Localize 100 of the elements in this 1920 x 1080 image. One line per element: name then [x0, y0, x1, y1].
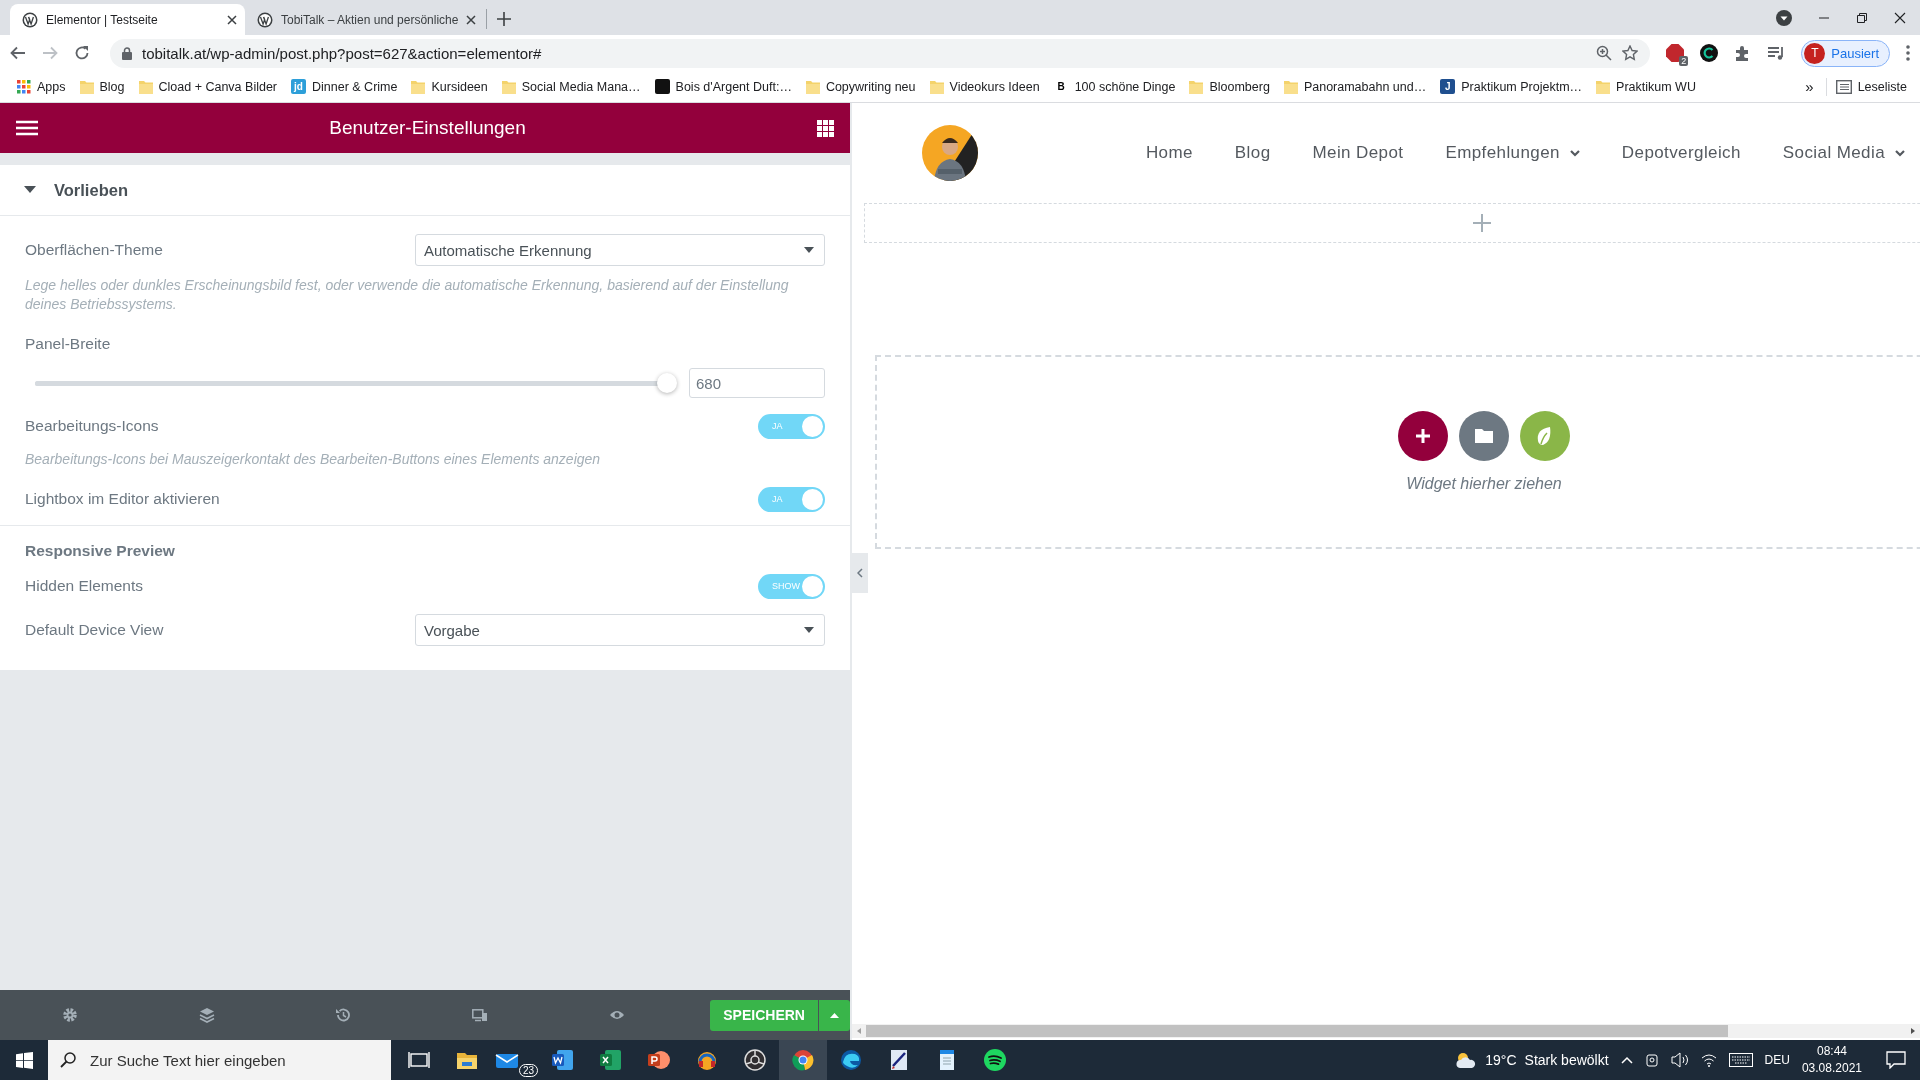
number-field[interactable]: 680: [689, 368, 825, 398]
history-icon[interactable]: [335, 1007, 352, 1023]
search-box[interactable]: Zur Suche Text hier eingeben: [48, 1040, 391, 1080]
save-options-button[interactable]: [818, 999, 850, 1031]
profile-menu-icon[interactable]: [1776, 9, 1792, 26]
bookmark[interactable]: Videokurs Ideen: [924, 75, 1045, 98]
aperture-icon[interactable]: [743, 1048, 767, 1072]
zoom-icon[interactable]: [1596, 45, 1613, 61]
caret-icon: [829, 1012, 839, 1018]
keyboard-icon[interactable]: [1728, 1053, 1753, 1067]
dropdown[interactable]: Vorgabe: [415, 614, 825, 646]
camera-icon[interactable]: [1644, 1052, 1659, 1068]
widgets-grid-icon[interactable]: [817, 119, 834, 137]
site-logo-icon: [257, 11, 273, 28]
wifi-icon[interactable]: [1700, 1053, 1717, 1067]
setting-description: Lege helles oder dunkles Erscheinungsbild fest, oder verwende die automatische Erkennung, basierend auf der Einstellung deines Betriebssystems.: [25, 276, 790, 314]
c-logo-icon[interactable]: [1700, 44, 1719, 62]
address-bar[interactable]: tobitalk.at/wp-admin/post.php?post=627&action=elementor#: [110, 38, 1651, 68]
folder-icon: [411, 78, 426, 95]
menu-icon[interactable]: [16, 120, 38, 136]
volume-icon[interactable]: [1670, 1052, 1689, 1068]
extension-badge: 2: [1679, 56, 1689, 66]
folder-icon: [1596, 78, 1611, 95]
nav-link[interactable]: Depotvergleich: [1621, 143, 1741, 163]
close-icon[interactable]: [1894, 11, 1906, 24]
caret-icon: [804, 627, 814, 633]
browser-tab[interactable]: TobiTalk – Aktien und persönliche: [245, 4, 485, 35]
more-menu-icon[interactable]: [1906, 45, 1910, 61]
devices-icon[interactable]: [471, 1007, 488, 1023]
restore-icon[interactable]: [1856, 11, 1868, 24]
section-header[interactable]: Vorlieben: [0, 165, 850, 216]
presentation-app-icon[interactable]: [647, 1048, 671, 1072]
setting-label: Panel-Breite: [25, 335, 112, 353]
bookmark[interactable]: Blog: [74, 75, 130, 98]
input-language[interactable]: DEU: [1764, 1053, 1790, 1067]
bookmark[interactable]: Kursideen: [406, 75, 493, 98]
document-app-icon[interactable]: [551, 1048, 575, 1072]
bookmark[interactable]: Social Media Mana…: [496, 75, 646, 98]
music-app-icon[interactable]: [983, 1048, 1007, 1072]
nav-link[interactable]: Empfehlungen: [1445, 143, 1580, 163]
setting-label: Hidden Elements: [25, 577, 145, 595]
close-icon[interactable]: [466, 14, 477, 25]
setting-description: Bearbeitungs-Icons bei Mauszeigerkontakt des Bearbeiten-Buttons eines Elements anzeigen: [25, 450, 602, 469]
bookmark[interactable]: jd Dinner & Crime: [286, 76, 403, 97]
browser-icon[interactable]: [791, 1048, 815, 1072]
bookmark[interactable]: Apps: [12, 76, 71, 97]
browser-tab[interactable]: Elementor | Testseite: [10, 4, 245, 35]
start-icon[interactable]: [15, 1051, 33, 1069]
folder-icon: [501, 78, 516, 95]
back-arrow-icon[interactable]: [10, 45, 26, 61]
slider-thumb[interactable]: [657, 373, 677, 393]
add-icon[interactable]: [1398, 411, 1448, 461]
notification-badge: 23: [518, 1064, 538, 1077]
layers-icon[interactable]: [198, 1007, 215, 1023]
reload-icon[interactable]: [74, 45, 90, 61]
notification-icon[interactable]: [1886, 1051, 1906, 1069]
star-icon[interactable]: [1622, 45, 1639, 61]
nav-link[interactable]: Mein Depot: [1312, 143, 1404, 163]
bookmark[interactable]: J Praktikum Projektm…: [1435, 76, 1588, 97]
bookmark[interactable]: Bois d'Argent Duft:…: [649, 76, 797, 97]
clock[interactable]: 08:44 03.08.2021: [1801, 1043, 1862, 1077]
nav-link[interactable]: Blog: [1234, 143, 1271, 163]
folder-icon: [805, 78, 820, 95]
gear-icon[interactable]: [62, 1007, 78, 1023]
weather-condition: Stark bewölkt: [1524, 1052, 1609, 1068]
search-input[interactable]: Zur Suche Text hier eingeben: [88, 1050, 391, 1070]
site-logo-icon: [22, 11, 38, 28]
bookmark[interactable]: Bloomberg: [1184, 75, 1275, 98]
bookmarks-overflow-button[interactable]: »: [1797, 78, 1822, 95]
new-tab-icon[interactable]: [497, 12, 512, 26]
folder-icon: [79, 78, 94, 95]
temperature: 19°C: [1485, 1052, 1517, 1068]
caret-icon: [804, 247, 814, 253]
bookmark[interactable]: Copywriting neu: [800, 75, 921, 98]
wave-browser-icon[interactable]: [839, 1048, 863, 1072]
bookmark[interactable]: B 100 schöne Dinge: [1048, 76, 1181, 97]
spreadsheet-app-icon[interactable]: [599, 1048, 623, 1072]
dropdown[interactable]: Automatische Erkennung: [415, 234, 825, 266]
folder-icon: [138, 78, 153, 95]
setting-label: Oberflächen-Theme: [25, 241, 164, 259]
folder-icon[interactable]: [1459, 411, 1509, 461]
nav-link[interactable]: Social Media: [1782, 143, 1905, 163]
stop-sign-icon[interactable]: [1666, 44, 1685, 62]
setting-label: Default Device View: [25, 621, 165, 639]
reading-list-button[interactable]: Leseliste: [1830, 76, 1912, 97]
drop-hint: Widget hierher ziehen: [1406, 475, 1562, 493]
bookmark[interactable]: Panoramabahn und…: [1278, 75, 1432, 98]
profile-button[interactable]: T Pausiert: [1801, 39, 1890, 67]
nav-link[interactable]: Home: [1145, 143, 1193, 163]
bookmark[interactable]: Praktikum WU: [1591, 75, 1701, 98]
close-icon[interactable]: [227, 14, 237, 25]
apps-grid-icon: [17, 79, 31, 94]
playlist-icon[interactable]: [1767, 45, 1786, 61]
horizontal-scrollbar[interactable]: [852, 1024, 1920, 1038]
search-icon: [60, 1052, 76, 1068]
chevron-up-icon[interactable]: [1620, 1056, 1633, 1064]
bookmark[interactable]: Cload + Canva Bilder: [133, 75, 282, 98]
site-logo-icon: jd: [291, 79, 306, 94]
setting-label: Lightbox im Editor aktivieren: [25, 490, 221, 508]
cloud-sun-icon[interactable]: [1455, 1051, 1478, 1069]
